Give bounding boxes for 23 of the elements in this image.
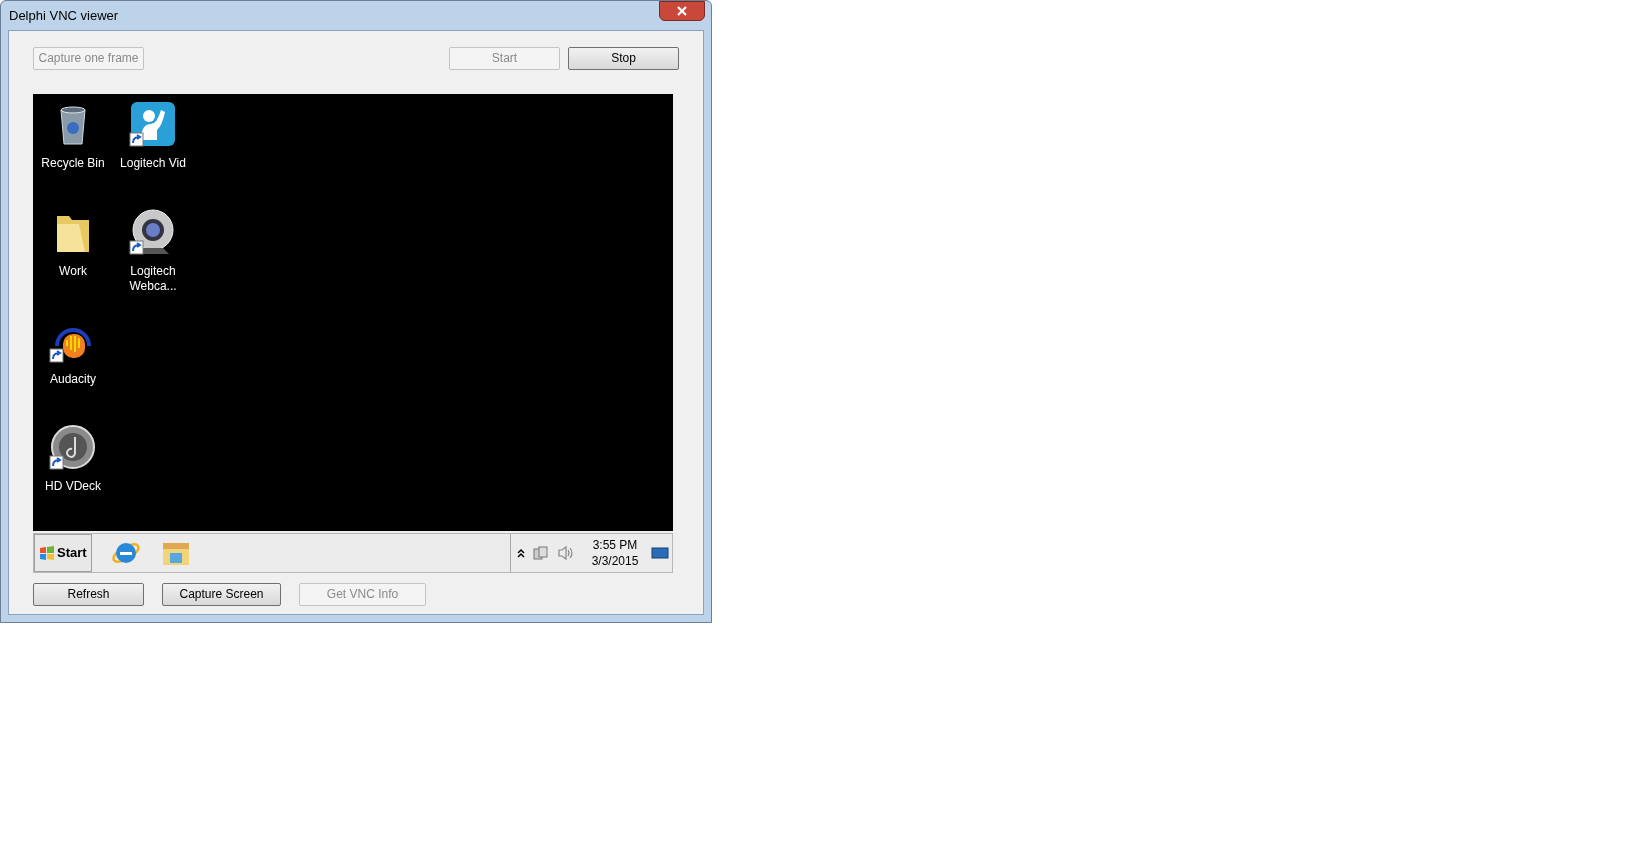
action-button[interactable]: Capture Screen xyxy=(162,582,281,606)
window-title: Delphi VNC viewer xyxy=(9,6,119,25)
desktop-icon-label[interactable]: Audacity xyxy=(38,371,108,387)
start-button[interactable]: Start xyxy=(34,534,92,572)
desktop-icon-label[interactable]: Work xyxy=(38,263,108,279)
chevron-up-icon[interactable] xyxy=(517,548,525,558)
action-button[interactable]: Refresh xyxy=(33,582,144,606)
show-desktop-icon[interactable] xyxy=(651,546,669,560)
network-icon[interactable] xyxy=(533,545,549,561)
desktop-icon-label[interactable]: HD VDeck xyxy=(38,479,108,495)
disc-icon[interactable] xyxy=(49,423,97,472)
speaker-icon[interactable] xyxy=(557,545,575,561)
close-icon xyxy=(676,5,688,16)
clock-time: 3:55 PM xyxy=(592,537,638,553)
desktop-icon-label[interactable]: Logitech Vid xyxy=(118,156,188,171)
desktop-icon-label[interactable]: Logitech Webca... xyxy=(118,263,188,294)
toolbar-button[interactable]: Stop xyxy=(568,46,679,70)
clock-date: 3/3/2015 xyxy=(591,553,639,569)
windows-logo-icon xyxy=(39,545,55,561)
desktop-icon-label[interactable]: Recycle Bin xyxy=(38,156,108,171)
webcam-icon[interactable] xyxy=(129,207,177,256)
close-button[interactable] xyxy=(659,0,705,21)
person-waving-icon[interactable] xyxy=(129,100,177,148)
